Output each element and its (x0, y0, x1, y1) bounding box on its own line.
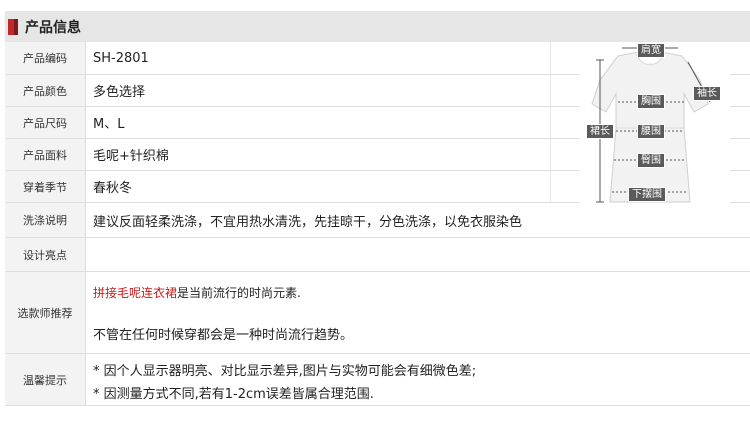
tag-chest: 胸围 (637, 94, 665, 109)
notice-line-1: * 因个人显示器明亮、对比显示差异,图片与实物可能会有细微色差; (93, 364, 477, 379)
tag-length: 裙长 (586, 124, 614, 139)
row-label: 产品颜色 (5, 75, 86, 106)
notice-row: 温馨提示 * 因个人显示器明亮、对比显示差异,图片与实物可能会有细微色差; * … (5, 354, 750, 406)
row-label: 洗涤说明 (5, 203, 86, 237)
header-marker-dark (14, 18, 18, 35)
row-label: 产品尺码 (5, 107, 86, 138)
row-value: 建议反面轻柔洗涤，不宜用热水清洗，先挂晾干，分色洗涤，以免衣服染色 (93, 214, 523, 230)
tag-hem: 下摆围 (628, 187, 666, 202)
section-header: 产品信息 (5, 11, 750, 42)
recommend-row: 选款师推荐 拼接毛呢连衣裙是当前流行的时尚元素. 不管在任何时候穿都会是一种时尚… (5, 272, 750, 354)
tag-sleeve: 袖长 (693, 86, 721, 101)
recommend-label: 选款师推荐 (5, 272, 86, 353)
row-value: M、L (93, 117, 125, 132)
row-value: 多色选择 (93, 85, 146, 100)
row-label: 穿着季节 (5, 171, 86, 202)
tag-shoulder: 肩宽 (637, 43, 665, 58)
row-value: 春秋冬 (93, 181, 133, 196)
measurement-diagram: 肩宽 袖长 胸围 裙长 腰围 臀围 下摆围 (580, 42, 730, 205)
section-title: 产品信息 (25, 19, 81, 36)
table-row: 设计亮点 (5, 238, 750, 272)
recommend-line-2: 不管在任何时候穿都会是一种时尚流行趋势。 (93, 328, 354, 343)
table-row: 洗涤说明 建议反面轻柔洗涤，不宜用热水清洗，先挂晾干，分色洗涤，以免衣服染色 (5, 203, 750, 238)
row-label: 产品面料 (5, 139, 86, 170)
recommend-line-1: 拼接毛呢连衣裙是当前流行的时尚元素. (93, 284, 301, 301)
row-value: 毛呢+针织棉 (93, 149, 169, 164)
notice-line-2: * 因测量方式不同,若有1-2cm误差皆属合理范围. (93, 387, 374, 402)
tag-waist: 腰围 (637, 124, 665, 139)
row-label: 产品编码 (5, 42, 86, 74)
notice-label: 温馨提示 (5, 354, 86, 405)
tag-hip: 臀围 (637, 153, 665, 168)
recommend-highlight: 拼接毛呢连衣裙 (93, 286, 178, 300)
recommend-line-1-rest: 是当前流行的时尚元素. (177, 286, 301, 300)
row-value: SH-2801 (93, 50, 149, 66)
row-label: 设计亮点 (5, 238, 86, 271)
